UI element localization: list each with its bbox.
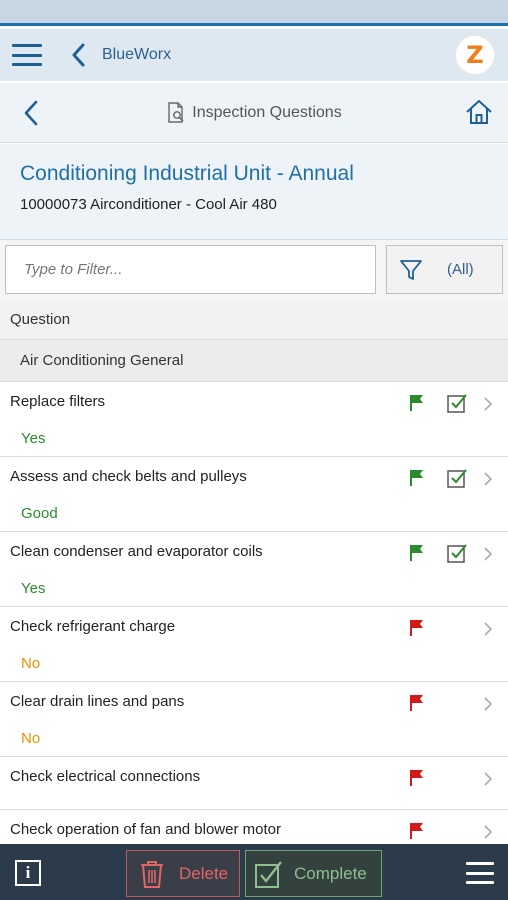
object-header: Conditioning Industrial Unit - Annual 10… — [0, 144, 508, 240]
question-text: Check refrigerant charge — [10, 618, 176, 635]
chevron-left-icon — [72, 43, 85, 67]
answer-text: Yes — [21, 430, 46, 447]
list-item[interactable]: Assess and check belts and pulleys Good — [0, 457, 508, 532]
app-bar: BlueWorx Z — [0, 29, 508, 81]
check-box-icon — [447, 394, 467, 413]
page-title-group: Inspection Questions — [166, 101, 342, 124]
logo[interactable]: Z — [456, 36, 494, 74]
chevron-right-icon — [484, 825, 493, 839]
column-header-question: Question — [0, 300, 508, 340]
document-search-icon — [168, 101, 184, 123]
chevron-right-icon — [484, 772, 493, 786]
filter-button[interactable]: (All) — [386, 245, 503, 294]
object-title: Conditioning Industrial Unit - Annual — [20, 162, 354, 185]
object-subtitle: 10000073 Airconditioner - Cool Air 480 — [20, 196, 277, 213]
filter-row: (All) — [0, 240, 508, 300]
complete-button[interactable]: Complete — [245, 850, 382, 897]
chevron-right-icon — [484, 697, 493, 711]
chevron-right-icon — [484, 547, 493, 561]
home-button[interactable] — [464, 97, 494, 127]
flag-red-icon — [410, 823, 423, 839]
check-box-icon — [447, 544, 467, 563]
menu-line — [466, 881, 494, 884]
filter-button-label: (All) — [447, 261, 474, 278]
hamburger-line — [12, 53, 42, 57]
page-title: Inspection Questions — [192, 103, 342, 121]
hamburger-line — [12, 63, 42, 66]
chevron-right-icon — [484, 622, 493, 636]
question-text: Clean condenser and evaporator coils — [10, 543, 263, 560]
flag-green-icon — [410, 395, 423, 411]
info-button[interactable]: i — [15, 860, 41, 886]
filter-input[interactable] — [5, 245, 376, 294]
flag-red-icon — [410, 620, 423, 636]
delete-button[interactable]: Delete — [126, 850, 240, 897]
list-item[interactable]: Clean condenser and evaporator coils Yes — [0, 532, 508, 607]
bottom-toolbar: i Delete Complete — [0, 844, 508, 900]
chevron-left-icon — [24, 100, 38, 126]
home-icon — [466, 100, 492, 124]
question-text: Check operation of fan and blower motor — [10, 821, 281, 838]
answer-text: No — [21, 730, 41, 747]
delete-button-label: Delete — [179, 863, 229, 883]
status-bar — [0, 0, 508, 26]
overflow-menu-button[interactable] — [466, 862, 494, 884]
answer-text: Yes — [21, 580, 46, 597]
funnel-icon — [400, 259, 422, 280]
flag-green-icon — [410, 470, 423, 486]
question-list: Replace filters Yes Assess and check bel… — [0, 382, 508, 863]
chevron-right-icon — [484, 397, 493, 411]
hamburger-menu-button[interactable] — [12, 44, 42, 66]
check-box-icon — [447, 469, 467, 488]
page-back-button[interactable] — [16, 98, 46, 128]
group-header: Air Conditioning General — [0, 340, 508, 382]
list-item[interactable]: Clear drain lines and pans No — [0, 682, 508, 757]
page-header: Inspection Questions — [0, 83, 508, 143]
question-text: Check electrical connections — [10, 768, 201, 785]
list-item[interactable]: Replace filters Yes — [0, 382, 508, 457]
trash-icon — [141, 860, 163, 888]
answer-text: Good — [21, 505, 58, 522]
app-back-button[interactable] — [66, 40, 90, 70]
flag-red-icon — [410, 770, 423, 786]
list-item[interactable]: Check electrical connections — [0, 757, 508, 810]
list-item[interactable]: Check refrigerant charge No — [0, 607, 508, 682]
hamburger-line — [12, 44, 42, 47]
answer-text: No — [21, 655, 41, 672]
app-title: BlueWorx — [102, 46, 172, 63]
flag-green-icon — [410, 545, 423, 561]
menu-line — [466, 862, 494, 865]
flag-red-icon — [410, 695, 423, 711]
question-text: Clear drain lines and pans — [10, 693, 185, 710]
question-text: Assess and check belts and pulleys — [10, 468, 247, 485]
complete-button-label: Complete — [294, 863, 367, 883]
chevron-right-icon — [484, 472, 493, 486]
check-box-icon — [255, 860, 282, 888]
menu-line — [466, 871, 494, 875]
question-text: Replace filters — [10, 393, 106, 410]
